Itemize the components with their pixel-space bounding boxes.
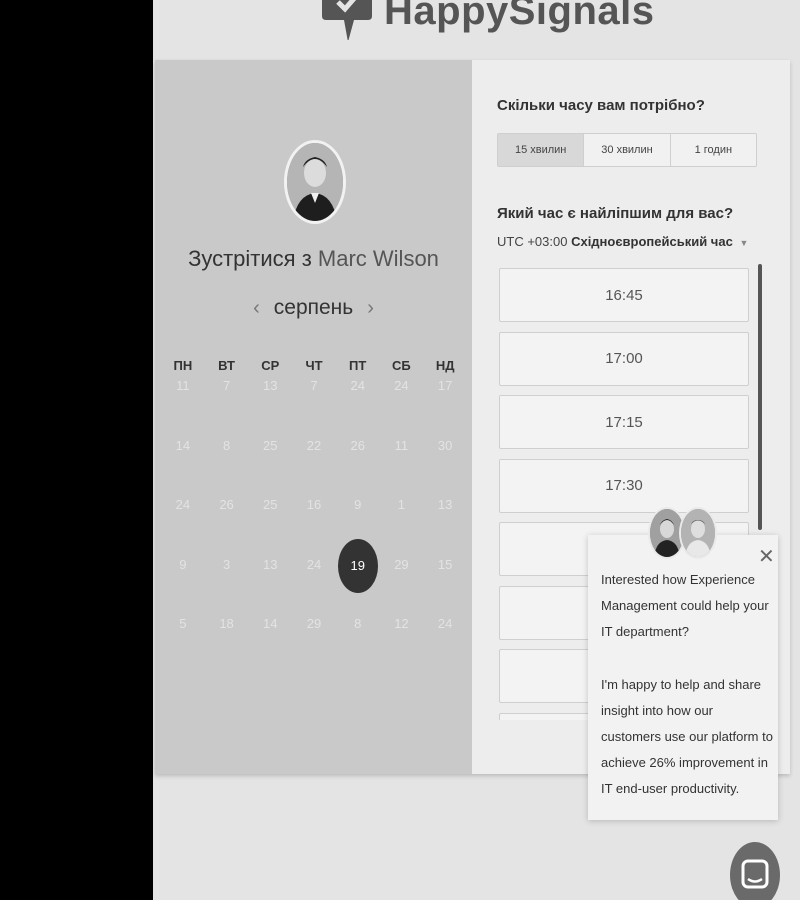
calendar-week: 5 18 14 29 8 12 24 <box>161 614 467 674</box>
calendar-grid: ПН ВТ СР ЧТ ПТ СБ НД 11 7 13 7 24 24 17 <box>161 358 467 674</box>
happysignals-logo: HappySignals <box>318 0 655 44</box>
weekday-label: ВТ <box>218 358 235 373</box>
weekday-label: НД <box>435 358 455 373</box>
caret-down-icon: ▼ <box>739 238 749 248</box>
calendar-day[interactable]: 24 <box>336 376 380 436</box>
calendar-day[interactable]: 13 <box>423 495 467 555</box>
calendar-day[interactable]: 29 <box>380 555 424 615</box>
calendar-day[interactable]: 25 <box>248 436 292 496</box>
calendar-week: 14 8 25 22 26 11 30 <box>161 436 467 496</box>
time-slot[interactable]: 16:45 <box>499 268 749 322</box>
calendar-day[interactable]: 7 <box>205 376 249 436</box>
calendar-day[interactable]: 26 <box>336 436 380 496</box>
chat-bubble-icon <box>741 859 769 889</box>
logo-text: HappySignals <box>384 0 655 33</box>
month-navigation: ‹ серпень › <box>155 296 472 320</box>
logo-speech-bubble-icon <box>318 0 376 42</box>
calendar-day[interactable]: 22 <box>292 436 336 496</box>
weekday-label: СБ <box>392 358 411 373</box>
time-slot[interactable]: 17:30 <box>499 458 749 513</box>
chat-message-line-1: Interested how Experience Management cou… <box>601 572 769 640</box>
duration-option-60[interactable]: 1 годин <box>671 134 756 166</box>
chat-message: Interested how Experience Management cou… <box>601 567 773 803</box>
calendar-day[interactable]: 14 <box>161 436 205 496</box>
calendar-day[interactable]: 14 <box>248 614 292 674</box>
chevron-left-icon[interactable]: ‹ <box>253 297 260 320</box>
calendar-day[interactable]: 7 <box>292 376 336 436</box>
weekday-label: ЧТ <box>305 358 323 373</box>
duration-option-15[interactable]: 15 хвилин <box>498 134 585 166</box>
calendar-day[interactable]: 29 <box>292 614 336 674</box>
calendar-week: 9 3 13 24 19 29 15 <box>161 538 467 615</box>
weekday-label: ПН <box>173 358 193 373</box>
weekday-label: СР <box>261 358 280 373</box>
calendar-day[interactable]: 13 <box>248 555 292 615</box>
calendar-day[interactable]: 8 <box>205 436 249 496</box>
duration-selector: 15 хвилин 30 хвилин 1 годин <box>497 133 757 167</box>
calendar-day[interactable]: 15 <box>423 555 467 615</box>
time-slot-scrollbar[interactable] <box>758 264 762 530</box>
calendar-day[interactable]: 1 <box>380 495 424 555</box>
month-label: серпень <box>273 296 354 319</box>
meet-heading: Зустрітися з Marc Wilson <box>155 246 472 272</box>
chat-launcher-button[interactable] <box>730 842 780 900</box>
weekday-header: ПН ВТ СР ЧТ ПТ СБ НД <box>161 358 467 376</box>
time-slot[interactable]: 17:15 <box>499 395 749 449</box>
chat-message-line-2: I'm happy to help and share insight into… <box>601 676 773 797</box>
meet-prefix: Зустрітися з <box>188 246 312 271</box>
calendar-day-selected[interactable]: 19 <box>336 538 380 615</box>
calendar-day[interactable]: 5 <box>161 614 205 674</box>
calendar-panel: Зустрітися з Marc Wilson ‹ серпень › ПН … <box>155 60 472 774</box>
calendar-day[interactable]: 30 <box>423 436 467 496</box>
duration-question: Скільки часу вам потрібно? <box>497 97 705 114</box>
host-name: Marc Wilson <box>317 246 439 271</box>
calendar-day[interactable]: 17 <box>423 376 467 436</box>
time-question: Який час є найліпшим для вас? <box>497 205 734 222</box>
calendar-day[interactable]: 8 <box>336 614 380 674</box>
calendar-day[interactable]: 3 <box>205 555 249 615</box>
chevron-right-icon[interactable]: › <box>367 297 374 320</box>
timezone-selector[interactable]: UTC +03:00 Східноєвропейський час ▼ <box>497 234 748 249</box>
calendar-day[interactable]: 12 <box>380 614 424 674</box>
selected-day-label: 19 <box>337 538 378 593</box>
calendar-day[interactable]: 18 <box>205 614 249 674</box>
calendar-day[interactable]: 11 <box>161 376 205 436</box>
calendar-day[interactable]: 24 <box>292 555 336 615</box>
calendar-day[interactable]: 26 <box>205 495 249 555</box>
calendar-day[interactable]: 24 <box>423 614 467 674</box>
calendar-day[interactable]: 24 <box>380 376 424 436</box>
calendar-week: 11 7 13 7 24 24 17 <box>161 376 467 436</box>
agent-avatar <box>679 507 717 559</box>
timezone-name: Східноєвропейський час <box>571 234 733 249</box>
calendar-day[interactable]: 16 <box>292 495 336 555</box>
calendar-day[interactable]: 25 <box>248 495 292 555</box>
calendar-day[interactable]: 24 <box>161 495 205 555</box>
calendar-week: 24 26 25 16 9 1 13 <box>161 495 467 555</box>
timezone-offset: UTC +03:00 <box>497 234 568 249</box>
calendar-day[interactable]: 11 <box>380 436 424 496</box>
host-avatar <box>284 140 346 224</box>
weekday-label: ПТ <box>349 358 367 373</box>
calendar-day[interactable]: 9 <box>161 555 205 615</box>
time-slot[interactable]: 17:00 <box>499 331 749 386</box>
close-icon[interactable]: ✕ <box>758 547 775 567</box>
calendar-day[interactable]: 13 <box>248 376 292 436</box>
chat-popup: ✕ Interested how Experience Management c… <box>588 507 778 820</box>
duration-option-30[interactable]: 30 хвилин <box>584 134 671 166</box>
